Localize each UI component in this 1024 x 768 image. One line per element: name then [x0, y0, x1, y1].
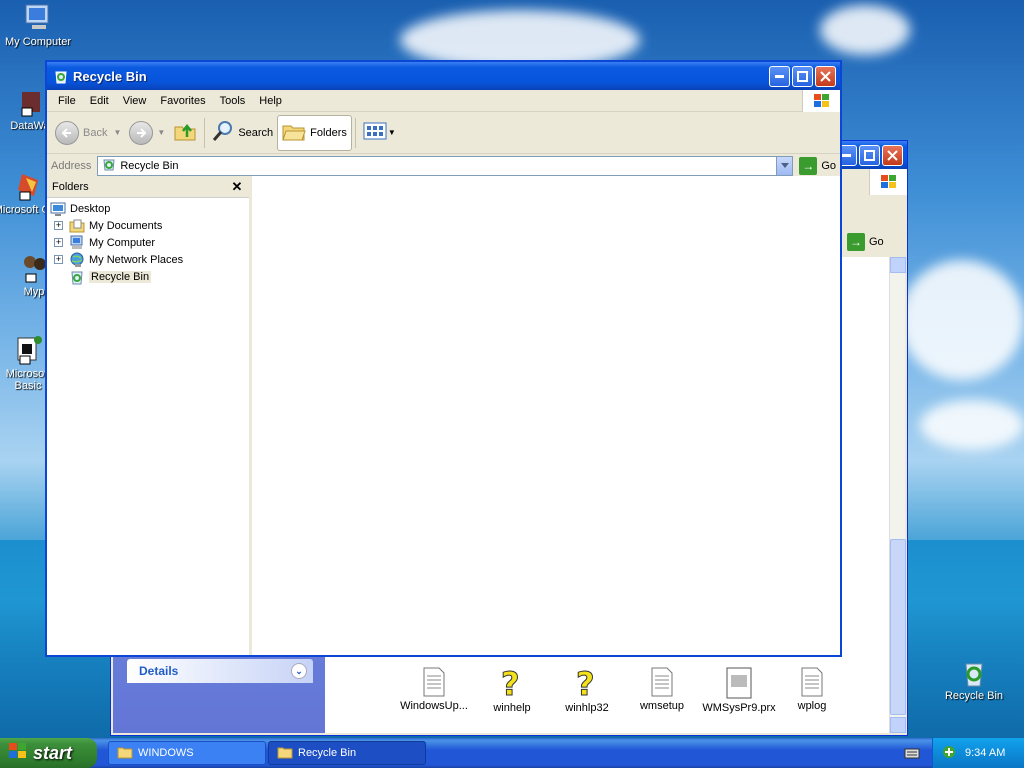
go-arrow-icon: →: [847, 233, 865, 251]
document-icon: [651, 667, 673, 697]
menu-file[interactable]: File: [51, 93, 83, 109]
forward-button[interactable]: ▼: [125, 115, 169, 151]
window-title: Recycle Bin: [73, 68, 147, 84]
document-icon: [423, 667, 445, 697]
document-icon: [801, 667, 823, 697]
tree-item-my-documents[interactable]: + My Documents: [47, 217, 249, 234]
file-list-area[interactable]: [252, 176, 840, 655]
up-folder-button[interactable]: [169, 115, 201, 151]
bg-maximize-button[interactable]: [859, 144, 880, 166]
documents-folder-icon: [69, 218, 85, 234]
expand-plus-icon[interactable]: +: [54, 221, 63, 230]
file-item[interactable]: WindowsUp...: [395, 667, 473, 714]
menu-help[interactable]: Help: [252, 93, 289, 109]
menu-tools[interactable]: Tools: [213, 93, 253, 109]
go-button[interactable]: → Go: [799, 156, 836, 175]
back-button[interactable]: Back ▼: [51, 115, 125, 151]
taskbar: start WINDOWS Recycle Bin 9:34 AM: [0, 738, 1024, 768]
folders-button[interactable]: Folders: [277, 114, 352, 151]
desktop-icon: [50, 201, 66, 217]
svg-text:?: ?: [501, 667, 520, 699]
file-item[interactable]: wmsetup: [623, 667, 701, 714]
desktop-icon-recycle-bin[interactable]: Recycle Bin: [938, 656, 1010, 702]
system-tray: 9:34 AM: [932, 738, 1024, 768]
folders-pane-header: Folders ✕: [47, 176, 249, 198]
windows-logo-icon: [802, 90, 840, 112]
taskbar-button-recycle-bin[interactable]: Recycle Bin: [268, 741, 426, 765]
recycle-bin-small-icon: [53, 68, 69, 84]
computer-icon: [69, 235, 85, 251]
clock[interactable]: 9:34 AM: [965, 747, 1005, 759]
expand-plus-icon[interactable]: +: [54, 255, 63, 264]
menu-favorites[interactable]: Favorites: [153, 93, 212, 109]
chevron-down-icon[interactable]: ⌄: [291, 663, 307, 679]
bg-close-button[interactable]: [882, 144, 903, 166]
folder-icon: [282, 120, 306, 145]
recycle-bin-small-icon: [69, 269, 85, 285]
chevron-down-icon[interactable]: ▼: [157, 128, 165, 137]
title-bar[interactable]: Recycle Bin: [47, 62, 840, 90]
desktop-icon-my-computer[interactable]: My Computer: [2, 2, 74, 48]
bg-vertical-scrollbar[interactable]: [889, 257, 906, 733]
search-button[interactable]: Search: [208, 115, 277, 151]
svg-text:?: ?: [576, 667, 595, 699]
visual-cpp-icon: [12, 170, 44, 202]
chevron-down-icon[interactable]: ▼: [388, 128, 396, 137]
folder-up-icon: [173, 119, 197, 146]
help-icon: ?: [501, 665, 521, 704]
address-dropdown-arrow-icon[interactable]: [776, 156, 793, 175]
help-icon: ?: [576, 665, 596, 704]
file-item[interactable]: ? winhelp: [473, 665, 551, 715]
minimize-button[interactable]: [769, 65, 790, 87]
tree-item-desktop[interactable]: Desktop: [47, 200, 249, 217]
menu-bar: File Edit View Favorites Tools Help: [47, 90, 840, 112]
recycle-bin-icon: [958, 656, 990, 688]
standard-toolbar: Back ▼ ▼ Search Folders ▼: [47, 112, 840, 154]
folder-icon: [117, 745, 133, 762]
views-button[interactable]: ▼: [359, 115, 400, 151]
folder-icon: [277, 745, 293, 762]
menu-edit[interactable]: Edit: [83, 93, 116, 109]
network-globe-icon: [69, 252, 85, 268]
file-item[interactable]: wplog: [777, 667, 847, 714]
scroll-up-arrow-icon[interactable]: [890, 257, 906, 273]
tree-item-my-network-places[interactable]: + My Network Places: [47, 251, 249, 268]
recycle-bin-small-icon: [102, 157, 116, 174]
scroll-thumb[interactable]: [890, 539, 906, 715]
maximize-button[interactable]: [792, 65, 813, 87]
chevron-down-icon[interactable]: ▼: [113, 128, 121, 137]
windows-flag-icon: [8, 742, 28, 765]
tree-item-recycle-bin[interactable]: Recycle Bin: [47, 268, 249, 285]
file-item[interactable]: ? winhlp32: [551, 665, 623, 715]
search-icon: [212, 120, 234, 145]
close-icon[interactable]: ✕: [229, 179, 245, 195]
address-input[interactable]: Recycle Bin: [97, 155, 794, 176]
address-bar: Address Recycle Bin → Go: [47, 154, 840, 178]
folder-tree: Desktop + My Documents + My Computer + M…: [47, 198, 249, 285]
bg-windows-logo-icon: [869, 169, 907, 195]
forward-arrow-icon: [129, 120, 154, 145]
visual-basic-icon: [12, 334, 44, 366]
bg-go-button[interactable]: → Go: [847, 233, 884, 251]
keyboard-icon[interactable]: [904, 746, 920, 763]
menu-view[interactable]: View: [116, 93, 154, 109]
computer-icon: [22, 2, 54, 34]
close-button[interactable]: [815, 65, 836, 87]
recycle-bin-window[interactable]: Recycle Bin File Edit View Favorites Too…: [45, 60, 842, 657]
network-tray-icon[interactable]: [941, 744, 957, 763]
go-arrow-icon: →: [799, 156, 818, 175]
start-button[interactable]: start: [0, 738, 97, 768]
file-item[interactable]: WMSysPr9.prx: [701, 667, 777, 714]
expand-plus-icon[interactable]: +: [54, 238, 63, 247]
taskbar-button-windows[interactable]: WINDOWS: [108, 741, 266, 765]
back-arrow-icon: [55, 120, 79, 145]
folders-pane: Folders ✕ Desktop + My Documents + My Co…: [47, 176, 252, 655]
prx-file-icon: [726, 667, 752, 699]
shortcut-icon: [14, 86, 46, 118]
details-panel-header[interactable]: Details ⌄: [127, 659, 313, 683]
scroll-down-arrow-icon[interactable]: [890, 717, 906, 733]
tree-item-my-computer[interactable]: + My Computer: [47, 234, 249, 251]
views-grid-icon: [363, 121, 387, 144]
